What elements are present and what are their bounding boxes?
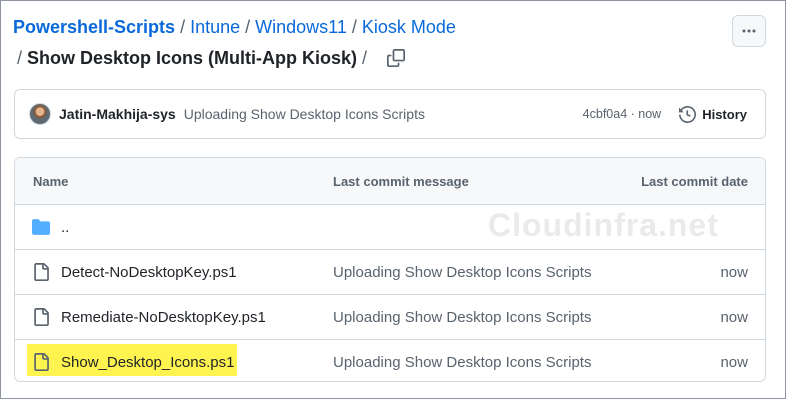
copy-path-button[interactable] <box>382 44 410 72</box>
table-row[interactable]: Remediate-NoDesktopKey.ps1 Uploading Sho… <box>15 295 765 340</box>
history-icon <box>679 105 697 123</box>
breadcrumb-current-line: / Show Desktop Icons (Multi-App Kiosk) / <box>17 44 410 72</box>
file-commit-date: now <box>720 308 748 326</box>
breadcrumb-separator: / <box>180 17 186 37</box>
file-icon <box>34 353 49 371</box>
column-header-message: Last commit message <box>333 173 469 189</box>
breadcrumb-link-intune[interactable]: Intune <box>190 17 240 37</box>
column-header-name: Name <box>33 173 69 189</box>
table-row[interactable]: Show_Desktop_Icons.ps1 Uploading Show De… <box>15 340 765 381</box>
commit-meta[interactable]: 4cbf0a4 · now <box>583 107 662 121</box>
folder-icon <box>32 219 50 235</box>
file-icon <box>34 263 49 281</box>
file-commit-message[interactable]: Uploading Show Desktop Icons Scripts <box>333 309 591 326</box>
parent-directory-link[interactable]: .. <box>61 219 69 236</box>
column-header-date: Last commit date <box>641 173 748 189</box>
file-table: Name Last commit message Last commit dat… <box>14 157 766 382</box>
file-commit-date: now <box>720 353 748 371</box>
file-name-link[interactable]: Show_Desktop_Icons.ps1 <box>61 354 234 371</box>
avatar[interactable] <box>29 103 51 125</box>
table-row[interactable]: Detect-NoDesktopKey.ps1 Uploading Show D… <box>15 250 765 295</box>
copy-icon <box>387 49 406 67</box>
history-button[interactable]: History <box>679 105 747 123</box>
parent-directory-row[interactable]: .. <box>15 205 765 250</box>
page-title: Show Desktop Icons (Multi-App Kiosk) <box>27 48 358 68</box>
file-name-link[interactable]: Detect-NoDesktopKey.ps1 <box>61 264 237 281</box>
breadcrumb-separator: / <box>362 48 368 68</box>
breadcrumb-separator: / <box>17 48 23 68</box>
breadcrumb-separator: / <box>351 17 357 37</box>
history-label: History <box>702 106 747 122</box>
file-commit-message[interactable]: Uploading Show Desktop Icons Scripts <box>333 264 591 281</box>
file-name-link[interactable]: Remediate-NoDesktopKey.ps1 <box>61 309 266 326</box>
more-options-button[interactable] <box>732 15 766 47</box>
file-commit-date: now <box>720 263 748 281</box>
breadcrumb-separator: / <box>245 17 251 37</box>
commit-author-link[interactable]: Jatin-Makhija-sys <box>59 106 176 122</box>
file-commit-message[interactable]: Uploading Show Desktop Icons Scripts <box>333 354 591 371</box>
commit-message-link[interactable]: Uploading Show Desktop Icons Scripts <box>184 106 425 122</box>
breadcrumb-link-windows11[interactable]: Windows11 <box>255 17 347 37</box>
breadcrumb: Powershell-Scripts / Intune / Windows11/Kios… <box>13 15 456 39</box>
breadcrumb-link-kiosk-mode[interactable]: Kiosk Mode <box>362 17 456 37</box>
breadcrumb-repo-link[interactable]: Powershell-Scripts <box>13 17 175 37</box>
latest-commit-bar: Jatin-Makhija-sys Uploading Show Desktop… <box>14 89 766 139</box>
table-header: Name Last commit message Last commit dat… <box>15 158 765 205</box>
file-icon <box>34 308 49 326</box>
kebab-horizontal-icon <box>742 29 756 33</box>
